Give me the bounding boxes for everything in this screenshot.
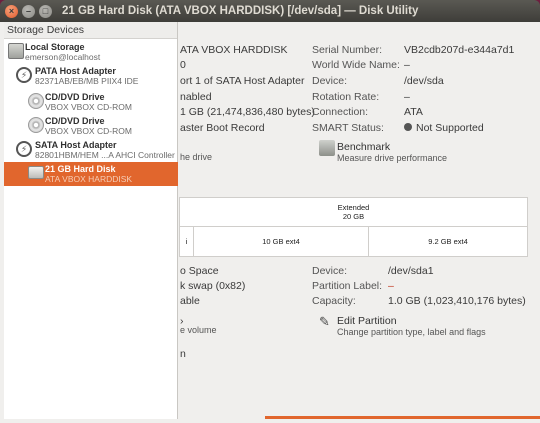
- benchmark-subtitle: Measure drive performance: [337, 153, 448, 163]
- rotation-rate-label: Rotation Rate:: [312, 91, 380, 103]
- volume-extended-size: 20 GB: [342, 212, 365, 221]
- tree-item-pata-adapter[interactable]: ⚡ PATA Host Adapter 82371AB/EB/MB PIIX4 …: [4, 64, 178, 88]
- volumes-graphic: Extended 20 GB i 10 GB ext4 9.2 GB ext4: [179, 197, 528, 257]
- volume-usage-value: o Space: [180, 265, 219, 277]
- tree-item-title: 21 GB Hard Disk: [45, 164, 116, 174]
- device-value: /dev/sda: [404, 75, 444, 87]
- tree-item-title: Local Storage: [25, 42, 85, 52]
- volume-device-value: /dev/sda1: [388, 265, 434, 277]
- edit-partition-subtitle: Change partition type, label and flags: [337, 327, 486, 337]
- benchmark-icon: [319, 140, 335, 156]
- drive-model-value: ATA VBOX HARDDISK: [180, 44, 288, 56]
- format-drive-subtitle[interactable]: he drive: [180, 152, 212, 162]
- edit-partition-button[interactable]: ✎ Edit Partition Change partition type, …: [319, 314, 534, 340]
- pencil-icon: ✎: [319, 314, 330, 329]
- optical-disc-icon: [28, 93, 44, 109]
- tree-item-local-storage[interactable]: Local Storage emerson@localhost: [4, 40, 178, 64]
- more-action-fragment[interactable]: n: [180, 348, 186, 360]
- volume-capacity-label: Capacity:: [312, 295, 356, 307]
- benchmark-title: Benchmark: [337, 141, 391, 153]
- tree-item-cd-dvd-drive-2[interactable]: CD/DVD Drive VBOX VBOX CD-ROM: [4, 114, 178, 138]
- minimize-window-button[interactable]: –: [22, 4, 35, 18]
- serial-number-label: Serial Number:: [312, 44, 383, 56]
- maximize-window-button[interactable]: □: [39, 4, 52, 18]
- tree-item-subtitle: 82801HBM/HEM ...A AHCI Controller: [35, 150, 175, 160]
- drive-capacity-value: 1 GB (21,474,836,480 bytes): [180, 106, 315, 118]
- tree-item-title: SATA Host Adapter: [35, 140, 117, 150]
- tree-item-subtitle: VBOX VBOX CD-ROM: [45, 126, 132, 136]
- drive-write-cache-value: nabled: [180, 91, 212, 103]
- wwn-value: –: [404, 59, 410, 71]
- smart-status-value: Not Supported: [404, 122, 484, 134]
- connection-value: ATA: [404, 106, 423, 118]
- tree-item-subtitle: 82371AB/EB/MB PIIX4 IDE: [35, 76, 139, 86]
- storage-devices-sidebar: Storage Devices Local Storage emerson@lo…: [4, 22, 178, 419]
- serial-number-value: VB2cdb207d-e344a7d1: [404, 44, 515, 56]
- optical-disc-icon: [28, 117, 44, 133]
- device-label: Device:: [312, 75, 348, 87]
- volume-device-label: Device:: [312, 265, 348, 277]
- edit-partition-title: Edit Partition: [337, 315, 397, 327]
- volume-ext4-9gb[interactable]: 9.2 GB ext4: [369, 227, 527, 256]
- window-controls: × – □: [5, 4, 52, 18]
- tree-item-subtitle: VBOX VBOX CD-ROM: [45, 102, 132, 112]
- volume-ext4-10gb[interactable]: 10 GB ext4: [194, 227, 369, 256]
- volume-extended[interactable]: Extended 20 GB: [180, 198, 527, 227]
- smart-status-label: SMART Status:: [312, 122, 384, 134]
- tree-item-title: PATA Host Adapter: [35, 66, 116, 76]
- rotation-rate-value: –: [404, 91, 410, 103]
- drive-details-pane: ATA VBOX HARDDISK 0 ort 1 of SATA Host A…: [179, 22, 540, 423]
- wwn-label: World Wide Name:: [312, 59, 400, 71]
- window-titlebar: × – □ 21 GB Hard Disk (ATA VBOX HARDDISK…: [0, 0, 540, 22]
- adapter-icon: ⚡: [16, 141, 32, 157]
- volume-extended-name: Extended: [337, 203, 370, 212]
- status-dot-icon: [404, 123, 412, 131]
- volume-swap-partition[interactable]: i: [180, 227, 194, 256]
- volume-type-value: k swap (0x82): [180, 280, 246, 292]
- sidebar-header: Storage Devices: [4, 22, 177, 39]
- tree-item-subtitle: emerson@localhost: [25, 52, 101, 62]
- tree-item-sata-adapter[interactable]: ⚡ SATA Host Adapter 82801HBM/HEM ...A AH…: [4, 138, 178, 162]
- tree-item-subtitle: ATA VBOX HARDDISK: [45, 174, 133, 184]
- adapter-icon: ⚡: [16, 67, 32, 83]
- progress-bar: [265, 416, 540, 419]
- hard-disk-icon: [28, 166, 44, 179]
- disk-utility-app: Storage Devices Local Storage emerson@lo…: [0, 22, 540, 423]
- tree-item-title: CD/DVD Drive: [45, 92, 105, 102]
- tree-item-hard-disk[interactable]: 21 GB Hard Disk ATA VBOX HARDDISK: [4, 162, 178, 186]
- drive-location-value: ort 1 of SATA Host Adapter: [180, 75, 305, 87]
- drive-partitioning-value: aster Boot Record: [180, 122, 265, 134]
- drive-firmware-value: 0: [180, 59, 186, 71]
- tree-item-cd-dvd-drive-1[interactable]: CD/DVD Drive VBOX VBOX CD-ROM: [4, 90, 178, 114]
- volume-capacity-value: 1.0 GB (1,023,410,176 bytes): [388, 295, 526, 307]
- computer-icon: [8, 43, 24, 59]
- close-window-button[interactable]: ×: [5, 4, 18, 18]
- benchmark-button[interactable]: Benchmark Measure drive performance: [319, 140, 519, 166]
- volume-flag-value: able: [180, 295, 200, 307]
- partition-label-value: –: [388, 280, 394, 292]
- tree-item-title: CD/DVD Drive: [45, 116, 105, 126]
- smart-status-text: Not Supported: [416, 122, 484, 134]
- connection-label: Connection:: [312, 106, 369, 118]
- window-title: 21 GB Hard Disk (ATA VBOX HARDDISK) [/de…: [62, 5, 419, 17]
- delete-volume-subtitle[interactable]: e volume: [180, 325, 217, 335]
- partition-label-label: Partition Label:: [312, 280, 383, 292]
